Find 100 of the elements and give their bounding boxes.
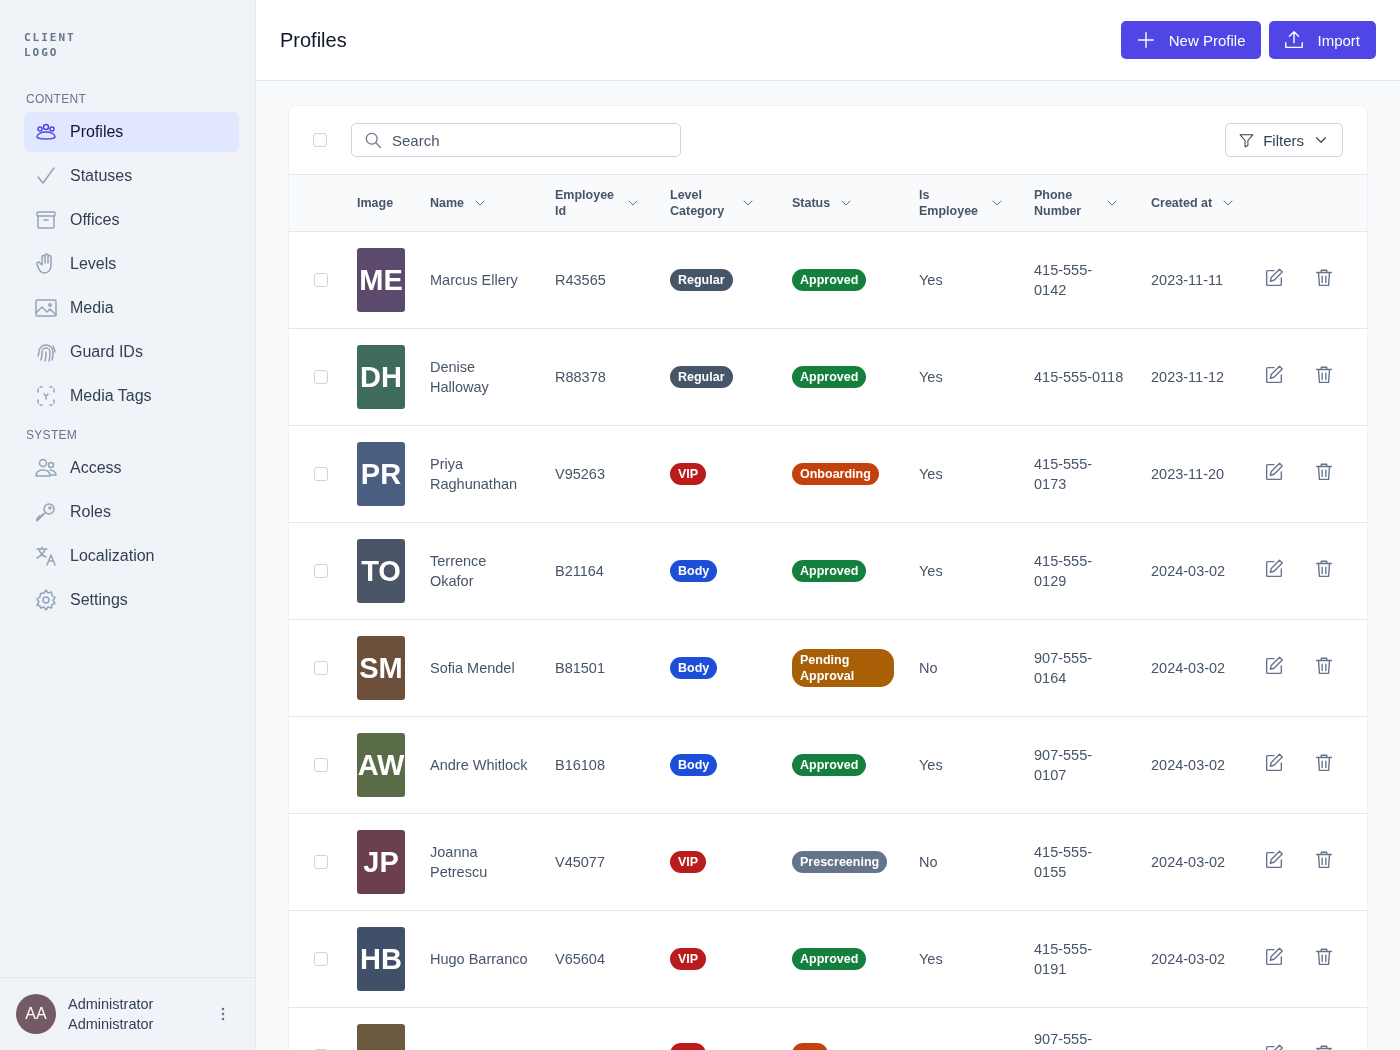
page-title: Profiles [280, 28, 348, 52]
nav-item[interactable]: Guard IDs [24, 332, 239, 372]
table-cell-text: 415-555-0142 [1034, 261, 1094, 300]
row-checkbox[interactable] [314, 758, 328, 772]
row-checkbox[interactable] [314, 467, 328, 481]
profile-avatar: AW [357, 733, 405, 797]
status-badge: Approved [792, 560, 867, 582]
table-cell-text: 2024-03-02 [1151, 659, 1227, 678]
table-cell-text: Andre Whitlock [430, 756, 529, 775]
search-field[interactable]: Search [351, 123, 681, 157]
table-cell-text: V95263 [555, 465, 606, 484]
table-cell-text: R43565 [555, 271, 607, 290]
table-cell-text: B81501 [555, 659, 606, 678]
row-checkbox[interactable] [314, 952, 328, 966]
table-cell-text: No [919, 853, 939, 872]
table-cell-text: Terrence Okafor [430, 552, 488, 591]
level-badge: Body [670, 754, 718, 776]
profile-avatar: TO [357, 539, 405, 603]
status-badge: Onboarding [792, 463, 879, 485]
users-icon [34, 456, 58, 480]
nav-item[interactable]: Settings [24, 580, 239, 620]
table-cell-text: Yes [919, 271, 944, 290]
table-cell-text: 2023-11-12 [1151, 368, 1226, 387]
nav-item[interactable]: Levels [24, 244, 239, 284]
table-cell-text: Denise Halloway [430, 358, 490, 397]
table-cell-text: Yes [919, 368, 944, 387]
nav-item[interactable]: Offices [24, 200, 239, 240]
table-cell-text: Yes [919, 465, 944, 484]
table-cell-text: 2023-11-11 [1151, 271, 1225, 290]
column-header[interactable]: Level Category [670, 187, 732, 219]
column-header[interactable]: Created at [1151, 195, 1213, 211]
edit-icon[interactable] [1263, 848, 1285, 871]
row-checkbox[interactable] [314, 273, 328, 287]
table-cell-text: 907-555-0164 [1034, 649, 1094, 688]
import-button[interactable]: Import [1269, 21, 1376, 59]
table-cell-text: Sofia Mendel [430, 659, 516, 678]
table-cell-text: 415-555-0118 [1034, 368, 1124, 387]
status-badge: Prescreening [792, 851, 888, 873]
table-cell-text: V45077 [555, 853, 606, 872]
profile-avatar: PR [357, 442, 405, 506]
nav-item[interactable]: Media [24, 288, 239, 328]
table-cell-text: 415-555-0155 [1034, 843, 1094, 882]
table-cell-text: Joanna Petrescu [430, 843, 489, 882]
scan-icon [34, 384, 58, 408]
column-header[interactable]: Phone Number [1034, 187, 1096, 219]
level-badge: Body [670, 657, 718, 679]
profile-avatar: JP [357, 830, 405, 894]
edit-icon[interactable] [1263, 363, 1285, 386]
filters-button[interactable]: Filters [1225, 123, 1343, 157]
table-cell-text: 2024-03-02 [1151, 950, 1227, 969]
section-heading: CONTENT [26, 92, 88, 106]
table-cell-text: 2024-03-02 [1151, 853, 1227, 872]
table-cell-text: 415-555-0129 [1034, 552, 1094, 591]
profile-avatar: SM [357, 636, 405, 700]
column-header[interactable]: Is Employee [919, 187, 981, 219]
table-cell-text: 2024-03-02 [1151, 562, 1227, 581]
table-cell-text: 907-555-0107 [1034, 746, 1094, 785]
table-cell-text: B21164 [555, 562, 605, 581]
archive-box-icon [34, 208, 58, 232]
row-checkbox[interactable] [314, 855, 328, 869]
level-badge: VIP [670, 463, 707, 485]
table-cell-text: 2023-11-20 [1151, 465, 1226, 484]
more-icon[interactable] [221, 1007, 225, 1021]
edit-icon[interactable] [1263, 751, 1285, 774]
nav-item[interactable]: Roles [24, 492, 239, 532]
table-cell-text: Priya Raghunathan [430, 455, 519, 494]
nav-item[interactable]: Statuses [24, 156, 239, 196]
row-checkbox[interactable] [314, 370, 328, 384]
upload-icon [1283, 29, 1306, 51]
table-cell-text: 907-555- [1034, 1030, 1094, 1049]
edit-icon[interactable] [1263, 945, 1285, 968]
status-badge: Approved [792, 269, 867, 291]
table-cell-text: Yes [919, 756, 944, 775]
new-profile-button[interactable]: New Profile [1120, 21, 1262, 59]
nav-item[interactable]: Localization [24, 536, 239, 576]
edit-icon[interactable] [1263, 460, 1285, 483]
status-badge: Approved [792, 948, 867, 970]
profile-avatar: ME [357, 248, 405, 312]
image-icon [34, 296, 58, 320]
level-badge: Body [670, 560, 718, 582]
profile-avatar: HB [357, 927, 405, 991]
row-checkbox[interactable] [314, 564, 328, 578]
edit-icon[interactable] [1263, 654, 1285, 677]
level-badge: VIP [670, 851, 707, 873]
table-cell-text: R88378 [555, 368, 607, 387]
column-header[interactable]: Name [430, 195, 465, 211]
edit-icon[interactable] [1263, 266, 1285, 289]
column-header: Image [357, 195, 394, 211]
nav-item[interactable]: Profiles [24, 112, 239, 152]
row-checkbox[interactable] [314, 661, 328, 675]
table-cell-text: Marcus Ellery [430, 271, 519, 290]
profile-avatar: DH [357, 345, 405, 409]
column-header[interactable]: Status [792, 195, 831, 211]
select-all-checkbox[interactable] [313, 133, 327, 147]
nav-item[interactable]: Access [24, 448, 239, 488]
nav-item[interactable]: Media Tags [24, 376, 239, 416]
edit-icon[interactable] [1263, 557, 1285, 580]
column-header[interactable]: Employee Id [555, 187, 617, 219]
status-badge: Approved [792, 754, 867, 776]
status-badge: Pending Approval [792, 649, 894, 687]
